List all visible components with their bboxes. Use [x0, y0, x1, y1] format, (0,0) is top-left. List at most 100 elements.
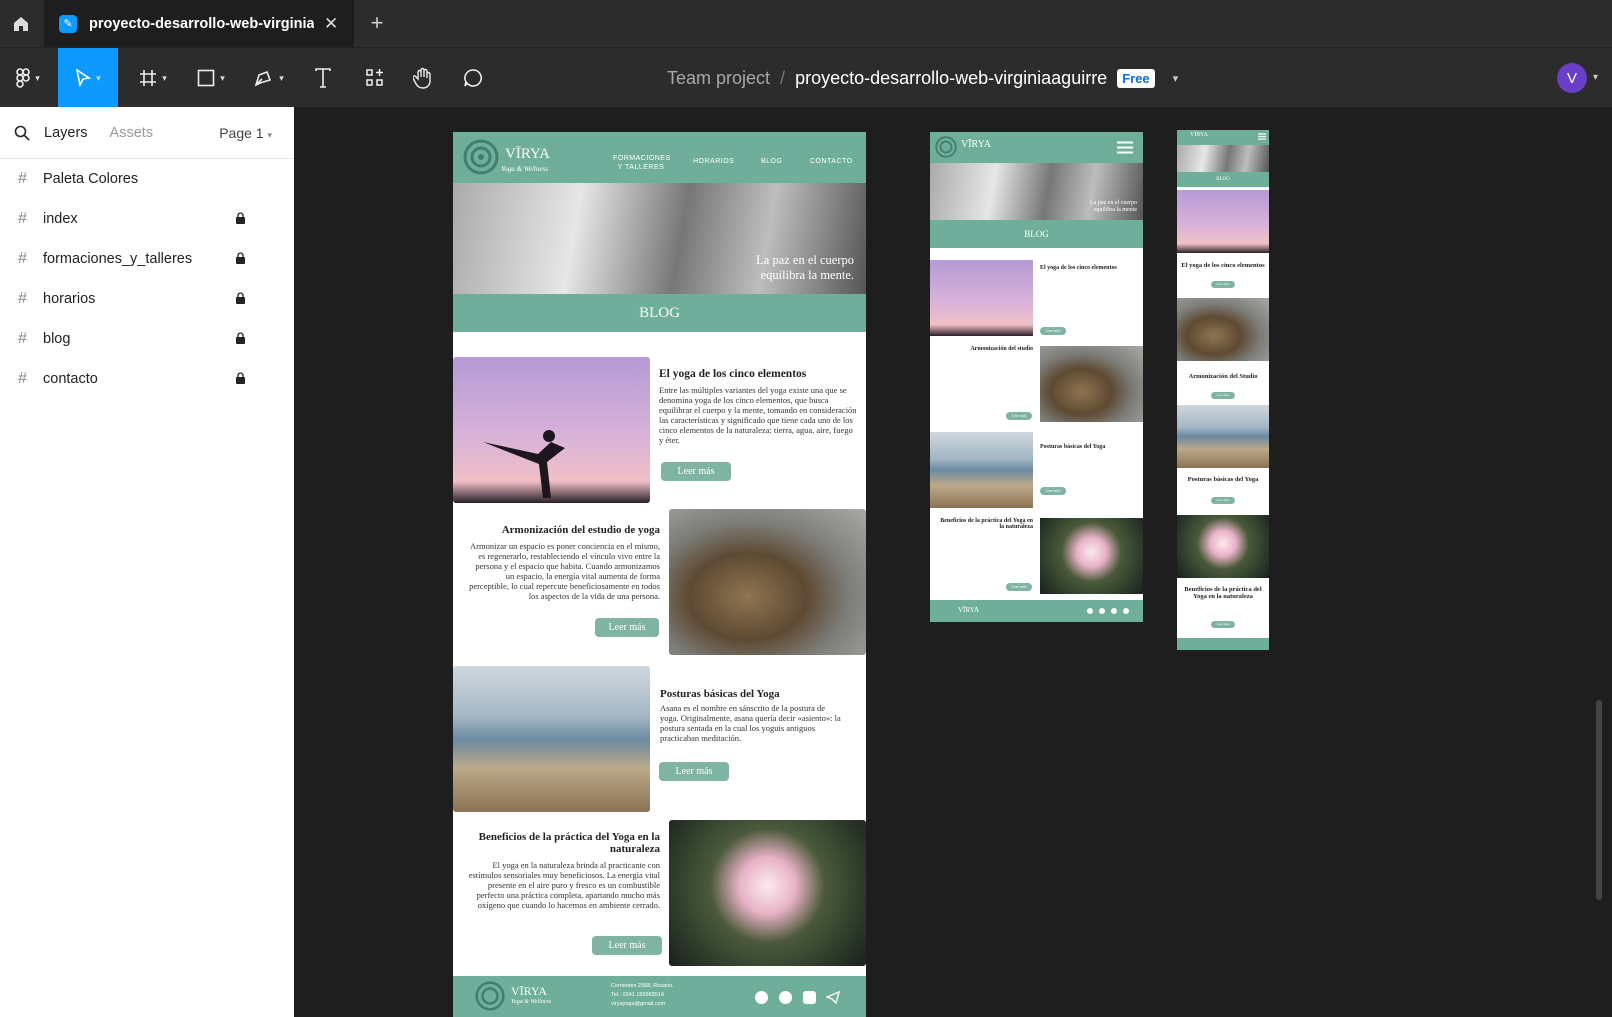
close-tab-icon[interactable]: ✕: [324, 14, 338, 34]
tablet-blog-frame[interactable]: VĪRYA La paz en el cuerpo equilibra la m…: [930, 132, 1143, 622]
hamburger-menu-icon[interactable]: [1117, 141, 1133, 154]
telegram-icon[interactable]: [1123, 608, 1129, 614]
chevron-down-icon[interactable]: ▾: [1593, 72, 1598, 83]
layer-blog[interactable]: # blog: [0, 319, 294, 359]
tablet-hero-text: La paz en el cuerpo equilibra la mente: [1090, 200, 1137, 214]
layer-index[interactable]: # index: [0, 199, 294, 239]
avatar[interactable]: V: [1557, 63, 1587, 93]
frame-tool-button[interactable]: ▾: [130, 48, 176, 108]
breadcrumb: Team project / proyecto-desarrollo-web-v…: [667, 48, 1178, 108]
text-tool-button[interactable]: [308, 48, 338, 108]
lock-icon[interactable]: [236, 292, 245, 304]
tablet-leer-mas-4[interactable]: Leer más: [1006, 583, 1032, 591]
layer-label: contacto: [43, 371, 98, 387]
search-icon[interactable]: [14, 125, 30, 141]
whatsapp-icon[interactable]: [755, 991, 768, 1004]
post-title-3[interactable]: Posturas básicas del Yoga: [660, 688, 860, 700]
layer-contacto[interactable]: # contacto: [0, 359, 294, 399]
leer-mas-button-1[interactable]: Leer más: [661, 462, 731, 481]
leer-mas-button-4[interactable]: Leer más: [592, 936, 662, 955]
nav-blog[interactable]: BLOG: [761, 158, 782, 165]
footer-address: Corrientes 2568, Rosario.: [611, 983, 674, 989]
tablet-hero-line-1: La paz en el cuerpo: [1090, 200, 1137, 206]
mobile-post-title-2[interactable]: Armonización del Studio: [1181, 373, 1265, 380]
layer-formaciones-y-talleres[interactable]: # formaciones_y_talleres: [0, 239, 294, 279]
facebook-icon[interactable]: [1099, 608, 1105, 614]
desktop-blog-frame[interactable]: VĪRYA Yoga & Wellness FORMACIONES Y TALL…: [453, 132, 866, 1017]
mobile-nav: VĪRYA: [1177, 130, 1269, 145]
nav-formaciones[interactable]: FORMACIONES Y TALLERES: [613, 154, 670, 172]
file-menu-chevron-icon[interactable]: ▾: [1173, 72, 1179, 85]
tab-layers[interactable]: Layers: [44, 125, 88, 141]
mobile-leer-mas-2[interactable]: Leer más: [1211, 392, 1235, 399]
chevron-down-icon: ▾: [162, 72, 167, 83]
layer-paleta-colores[interactable]: # Paleta Colores: [0, 159, 294, 199]
lock-icon[interactable]: [236, 252, 245, 264]
main-menu-button[interactable]: ▾: [8, 48, 48, 108]
mobile-blog-frame[interactable]: VĪRYA BLOG El yoga de los cinco elemento…: [1177, 130, 1269, 650]
lock-icon[interactable]: [236, 372, 245, 384]
pen-tool-button[interactable]: ▾: [246, 48, 292, 108]
tablet-logo: VĪRYA: [961, 139, 992, 150]
lock-icon[interactable]: [236, 212, 245, 224]
nav-horarios[interactable]: HORARIOS: [693, 158, 734, 165]
footer-phone: Tel.: 0341 156983514: [611, 992, 664, 998]
tablet-leer-mas-3[interactable]: Leer más: [1040, 487, 1066, 495]
cursor-arrow-icon: [76, 69, 92, 87]
mobile-leer-mas-4[interactable]: Leer más: [1211, 621, 1235, 628]
page-selector-label: Page 1: [219, 124, 264, 141]
post-body-3: Asana es el nombre en sánscrito de la po…: [660, 703, 841, 743]
mobile-footer: [1177, 638, 1269, 650]
tablet-post-title-1[interactable]: El yoga de los cinco elementos: [1040, 265, 1140, 271]
mobile-leer-mas-1[interactable]: Leer más: [1211, 281, 1235, 288]
frame-icon: #: [18, 370, 27, 387]
leer-mas-button-2[interactable]: Leer más: [595, 618, 659, 637]
facebook-icon[interactable]: [779, 991, 792, 1004]
tablet-post-title-2[interactable]: Armonización del studio: [936, 346, 1033, 352]
plan-badge[interactable]: Free: [1117, 68, 1155, 88]
footer-logo-subtitle: Yoga & Wellness: [511, 999, 552, 1005]
new-tab-button[interactable]: +: [364, 10, 390, 36]
mobile-post-title-3[interactable]: Posturas básicas del Yoga: [1181, 476, 1265, 483]
post-title-4[interactable]: Beneficios de la práctica del Yoga en la…: [467, 831, 660, 855]
tablet-leer-mas-1[interactable]: Leer más: [1040, 327, 1066, 335]
site-footer: VĪRYA Yoga & Wellness Corrientes 2568, R…: [453, 976, 866, 1017]
tablet-post-title-4[interactable]: Beneficios de la práctica del Yoga en la…: [936, 518, 1033, 530]
canvas-scrollbar[interactable]: [1596, 700, 1602, 900]
home-button[interactable]: [0, 0, 42, 47]
layer-horarios[interactable]: # horarios: [0, 279, 294, 319]
tablet-leer-mas-2[interactable]: Leer más: [1006, 412, 1032, 420]
instagram-icon[interactable]: [1111, 608, 1117, 614]
lock-icon[interactable]: [236, 332, 245, 344]
hamburger-menu-icon[interactable]: [1258, 133, 1266, 140]
tab-assets[interactable]: Assets: [110, 125, 154, 141]
nav-contacto[interactable]: CONTACTO: [810, 158, 853, 165]
mobile-image-bowl: [1177, 298, 1269, 361]
panel-header: Layers Assets Page 1 ▾: [0, 107, 294, 159]
site-logo[interactable]: VĪRYA: [505, 146, 550, 163]
mobile-leer-mas-3[interactable]: Leer más: [1211, 497, 1235, 504]
hand-tool-button[interactable]: [408, 48, 438, 108]
post-title-1[interactable]: El yoga de los cinco elementos: [659, 368, 859, 380]
page-selector[interactable]: Page 1 ▾: [219, 125, 272, 141]
mobile-post-title-4[interactable]: Beneficios de la práctica del Yoga en la…: [1181, 586, 1265, 600]
tablet-footer: VĪRYA: [930, 600, 1143, 622]
shape-tool-button[interactable]: ▾: [188, 48, 234, 108]
tablet-post-title-3[interactable]: Posturas básicas del Yoga: [1040, 444, 1140, 450]
tablet-image-beach: [930, 432, 1033, 508]
leer-mas-button-3[interactable]: Leer más: [659, 762, 729, 781]
move-tool-button[interactable]: ▾: [58, 48, 118, 108]
whatsapp-icon[interactable]: [1087, 608, 1093, 614]
mobile-post-title-1[interactable]: El yoga de los cinco elementos: [1181, 262, 1265, 269]
file-tab[interactable]: ✎ proyecto-desarrollo-web-virginiaaguirr…: [44, 0, 354, 47]
mandala-logo-icon: [935, 136, 957, 158]
text-icon: [315, 68, 331, 88]
file-name[interactable]: proyecto-desarrollo-web-virginiaaguirre: [795, 68, 1107, 89]
hero-line-1: La paz en el cuerpo: [756, 253, 854, 267]
project-link[interactable]: Team project: [667, 68, 770, 89]
telegram-icon[interactable]: [826, 991, 840, 1004]
instagram-icon[interactable]: [803, 991, 816, 1004]
resources-button[interactable]: [360, 48, 390, 108]
post-title-2[interactable]: Armonización del estudio de yoga: [467, 524, 660, 536]
comment-tool-button[interactable]: [458, 48, 488, 108]
